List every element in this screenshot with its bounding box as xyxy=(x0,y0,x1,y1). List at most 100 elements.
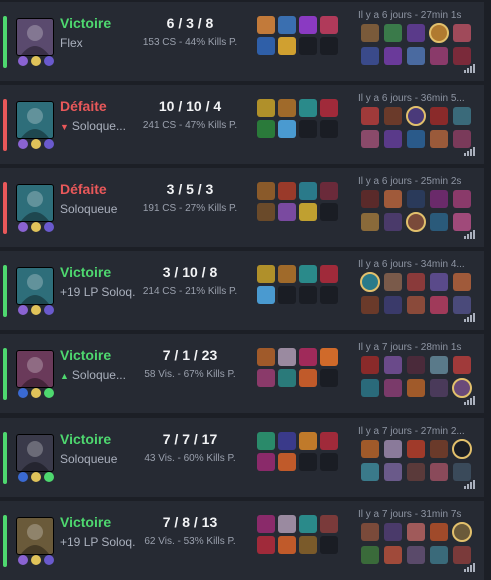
item-slot[interactable] xyxy=(299,514,317,533)
participant-champion[interactable] xyxy=(453,190,471,209)
signal-bars-icon[interactable] xyxy=(464,230,476,241)
item-slot[interactable] xyxy=(320,99,338,118)
participant-champion[interactable] xyxy=(453,273,471,292)
participant-champion[interactable] xyxy=(452,438,472,459)
match-card[interactable]: Victoire +19 LPSoloq... 7 / 8 / 13 62 Vis. … xyxy=(0,500,484,580)
participant-champion[interactable] xyxy=(407,356,425,375)
participant-champion[interactable] xyxy=(453,545,471,564)
item-slot[interactable] xyxy=(257,16,275,34)
participant-champion[interactable] xyxy=(430,47,448,65)
champion-avatar[interactable] xyxy=(16,18,54,56)
item-slot[interactable] xyxy=(320,431,338,450)
item-slot[interactable] xyxy=(320,120,338,139)
item-slot[interactable] xyxy=(320,452,338,471)
participant-champion[interactable] xyxy=(361,439,379,458)
match-card[interactable]: Défaite ▼ Soloque... 10 / 10 / 4 241 CS - 47… xyxy=(0,85,484,165)
participant-champion[interactable] xyxy=(384,462,402,481)
participant-champion[interactable] xyxy=(361,522,379,541)
item-slot[interactable] xyxy=(278,452,296,471)
item-slot[interactable] xyxy=(278,182,296,201)
participant-champion[interactable] xyxy=(407,439,425,458)
participant-champion[interactable] xyxy=(430,296,448,315)
item-slot[interactable] xyxy=(257,37,275,55)
match-card[interactable]: Victoire +19 LPSoloq... 3 / 10 / 8 214 CS -… xyxy=(0,251,484,331)
item-slot[interactable] xyxy=(299,182,317,201)
participant-champion[interactable] xyxy=(384,130,402,149)
item-slot[interactable] xyxy=(320,37,338,55)
item-slot[interactable] xyxy=(257,182,275,201)
participant-champion[interactable] xyxy=(430,213,448,232)
participant-champion[interactable] xyxy=(361,130,379,149)
participant-champion[interactable] xyxy=(453,296,471,315)
item-slot[interactable] xyxy=(257,431,275,450)
item-slot[interactable] xyxy=(320,182,338,201)
participant-champion[interactable] xyxy=(361,296,379,315)
participant-champion[interactable] xyxy=(430,190,448,209)
participant-champion[interactable] xyxy=(452,521,472,542)
item-slot[interactable] xyxy=(278,369,296,388)
item-slot[interactable] xyxy=(257,99,275,118)
participant-champion[interactable] xyxy=(360,272,380,293)
item-slot[interactable] xyxy=(278,431,296,450)
champion-avatar[interactable] xyxy=(16,433,54,472)
item-slot[interactable] xyxy=(278,99,296,118)
item-slot[interactable] xyxy=(278,514,296,533)
participant-champion[interactable] xyxy=(407,379,425,398)
participant-champion[interactable] xyxy=(453,356,471,375)
item-slot[interactable] xyxy=(320,16,338,34)
item-slot[interactable] xyxy=(299,37,317,55)
participant-champion[interactable] xyxy=(384,190,402,209)
item-slot[interactable] xyxy=(299,99,317,118)
item-slot[interactable] xyxy=(299,348,317,367)
item-slot[interactable] xyxy=(320,535,338,554)
item-slot[interactable] xyxy=(299,203,317,222)
item-slot[interactable] xyxy=(299,120,317,139)
item-slot[interactable] xyxy=(257,265,275,284)
item-slot[interactable] xyxy=(278,535,296,554)
champion-avatar[interactable] xyxy=(16,267,54,306)
participant-champion[interactable] xyxy=(430,545,448,564)
participant-champion[interactable] xyxy=(384,47,402,65)
item-slot[interactable] xyxy=(257,535,275,554)
participant-champion[interactable] xyxy=(430,522,448,541)
participant-champion[interactable] xyxy=(453,213,471,232)
match-card[interactable]: Victoire Soloqueue 7 / 7 / 17 43 Vis. - 60%… xyxy=(0,417,484,497)
participant-champion[interactable] xyxy=(453,130,471,149)
participant-champion[interactable] xyxy=(453,24,471,42)
participant-champion[interactable] xyxy=(429,23,449,43)
participant-champion[interactable] xyxy=(361,545,379,564)
signal-bars-icon[interactable] xyxy=(464,562,476,574)
participant-champion[interactable] xyxy=(430,130,448,149)
participant-champion[interactable] xyxy=(407,545,425,564)
participant-champion[interactable] xyxy=(384,356,402,375)
participant-champion[interactable] xyxy=(407,462,425,481)
participant-champion[interactable] xyxy=(406,212,426,233)
item-slot[interactable] xyxy=(278,120,296,139)
item-slot[interactable] xyxy=(320,203,338,222)
participant-champion[interactable] xyxy=(384,107,402,126)
match-card[interactable]: Défaite Soloqueue 3 / 5 / 3 191 CS - 27% Ki… xyxy=(0,168,484,248)
participant-champion[interactable] xyxy=(407,522,425,541)
participant-champion[interactable] xyxy=(384,213,402,232)
participant-champion[interactable] xyxy=(384,273,402,292)
item-slot[interactable] xyxy=(320,514,338,533)
participant-champion[interactable] xyxy=(407,130,425,149)
item-slot[interactable] xyxy=(278,16,296,34)
participant-champion[interactable] xyxy=(384,379,402,398)
item-slot[interactable] xyxy=(299,286,317,305)
item-slot[interactable] xyxy=(278,286,296,305)
item-slot[interactable] xyxy=(278,348,296,367)
participant-champion[interactable] xyxy=(407,24,425,42)
participant-champion[interactable] xyxy=(361,47,379,65)
participant-champion[interactable] xyxy=(384,522,402,541)
participant-champion[interactable] xyxy=(453,47,471,65)
participant-champion[interactable] xyxy=(453,107,471,126)
participant-champion[interactable] xyxy=(407,273,425,292)
participant-champion[interactable] xyxy=(384,24,402,42)
item-slot[interactable] xyxy=(299,452,317,471)
participant-champion[interactable] xyxy=(361,24,379,42)
participant-champion[interactable] xyxy=(361,107,379,126)
item-slot[interactable] xyxy=(299,369,317,388)
item-slot[interactable] xyxy=(299,265,317,284)
participant-champion[interactable] xyxy=(430,379,448,398)
